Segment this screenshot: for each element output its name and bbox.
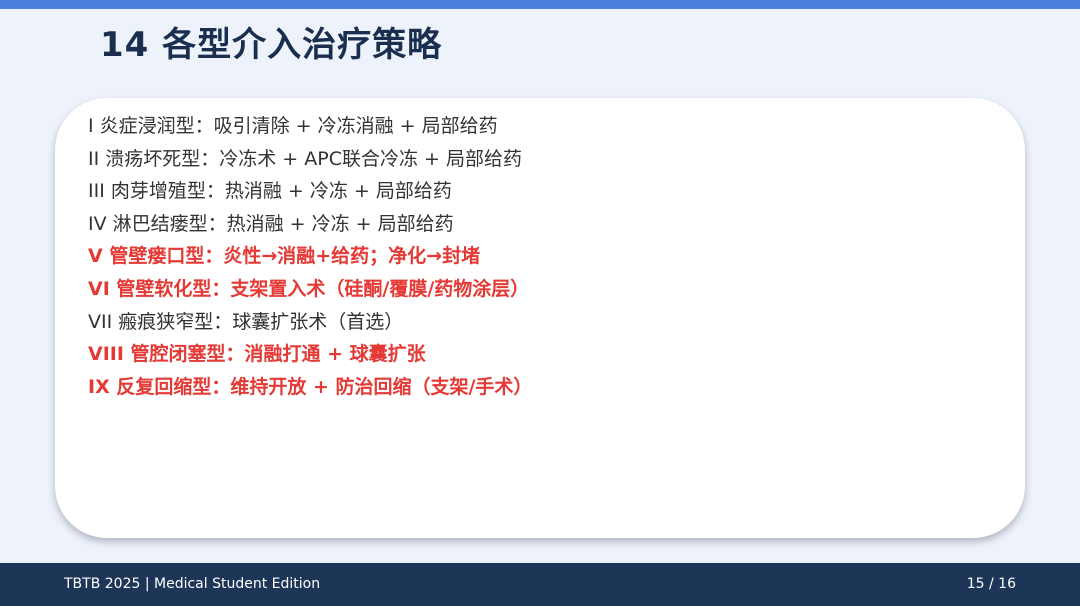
strategy-item-ii: II 溃疡坏死型：冷冻术 + APC联合冷冻 + 局部给药 <box>88 147 522 170</box>
strategy-item-iii: III 肉芽增殖型：热消融 + 冷冻 + 局部给药 <box>88 180 452 203</box>
page-number: 15 / 16 <box>966 576 1016 592</box>
top-accent-bar <box>0 0 1080 9</box>
strategy-item-vi: VI 管壁软化型：支架置入术（硅酮/覆膜/药物涂层） <box>88 277 530 300</box>
strategy-list: I 炎症浸润型：吸引清除 + 冷冻消融 + 局部给药 II 溃疡坏死型：冷冻术 … <box>88 110 532 403</box>
strategy-item-vii: VII 瘢痕狭窄型：球囊扩张术（首选） <box>88 310 404 333</box>
strategy-item-v: V 管壁瘘口型：炎性→消融+给药；净化→封堵 <box>88 245 481 268</box>
slide-footer: TBTB 2025 | Medical Student Edition 15 /… <box>0 563 1080 606</box>
strategy-item-iv: IV 淋巴结瘘型：热消融 + 冷冻 + 局部给药 <box>88 212 454 235</box>
strategy-item-i: I 炎症浸润型：吸引清除 + 冷冻消融 + 局部给药 <box>88 115 498 137</box>
strategy-item-ix: IX 反复回缩型：维持开放 + 防治回缩（支架/手术） <box>88 375 533 398</box>
slide-title: 14 各型介入治疗策略 <box>100 25 443 65</box>
strategy-item-viii: VIII 管腔闭塞型：消融打通 + 球囊扩张 <box>88 343 426 366</box>
footer-caption: TBTB 2025 | Medical Student Edition <box>64 576 321 592</box>
